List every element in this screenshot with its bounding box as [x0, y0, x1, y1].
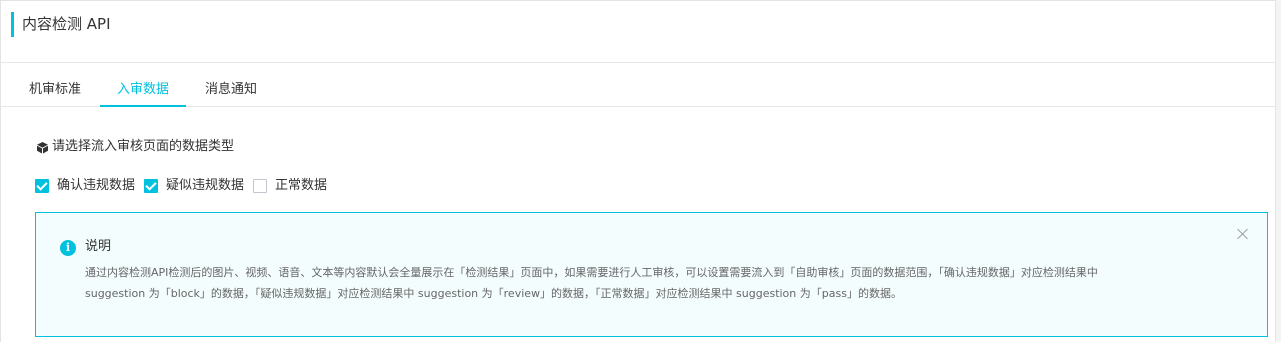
- info-icon: i: [60, 240, 76, 256]
- title-accent-bar: [11, 12, 14, 37]
- tab-review-data[interactable]: 入审数据: [100, 80, 186, 107]
- checkbox-label: 正常数据: [275, 178, 328, 193]
- tab-review-standard[interactable]: 机审标准: [12, 80, 98, 107]
- checkbox-label: 确认违规数据: [57, 178, 136, 193]
- cube-icon: [36, 141, 49, 154]
- checkbox-confirmed-violation[interactable]: 确认违规数据: [35, 177, 135, 195]
- info-notice: i 说明 通过内容检测API检测后的图片、视频、语音、文本等内容默认会全量展示在…: [35, 212, 1268, 337]
- checkbox-normal-data[interactable]: 正常数据: [253, 177, 327, 195]
- close-icon[interactable]: [1237, 228, 1249, 240]
- notice-title: 说明: [85, 239, 112, 254]
- checkbox-suspected-violation[interactable]: 疑似违规数据: [144, 177, 244, 195]
- section-title-text: 请选择流入审核页面的数据类型: [52, 139, 235, 154]
- notice-body: 通过内容检测API检测后的图片、视频、语音、文本等内容默认会全量展示在「检测结果…: [85, 262, 1215, 304]
- checkbox-unchecked-icon[interactable]: [253, 179, 268, 193]
- checkbox-label: 疑似违规数据: [166, 178, 245, 193]
- page-title: 内容检测 API: [22, 15, 111, 33]
- page-header: 内容检测 API: [0, 0, 1281, 63]
- data-type-section-title: 请选择流入审核页面的数据类型: [36, 137, 234, 157]
- notice-line-1: 通过内容检测API检测后的图片、视频、语音、文本等内容默认会全量展示在「检测结果…: [85, 266, 1098, 279]
- data-type-checkbox-group: 确认违规数据 疑似违规数据 正常数据: [35, 176, 336, 196]
- checkbox-checked-icon[interactable]: [144, 179, 159, 193]
- checkbox-checked-icon[interactable]: [35, 179, 49, 193]
- tab-notifications[interactable]: 消息通知: [188, 80, 274, 107]
- notice-line-2: suggestion 为「block」的数据，「疑似违规数据」对应检测结果中 s…: [85, 287, 902, 300]
- vertical-scrollbar[interactable]: [1275, 0, 1281, 342]
- tab-bar: 机审标准 入审数据 消息通知: [0, 76, 1281, 107]
